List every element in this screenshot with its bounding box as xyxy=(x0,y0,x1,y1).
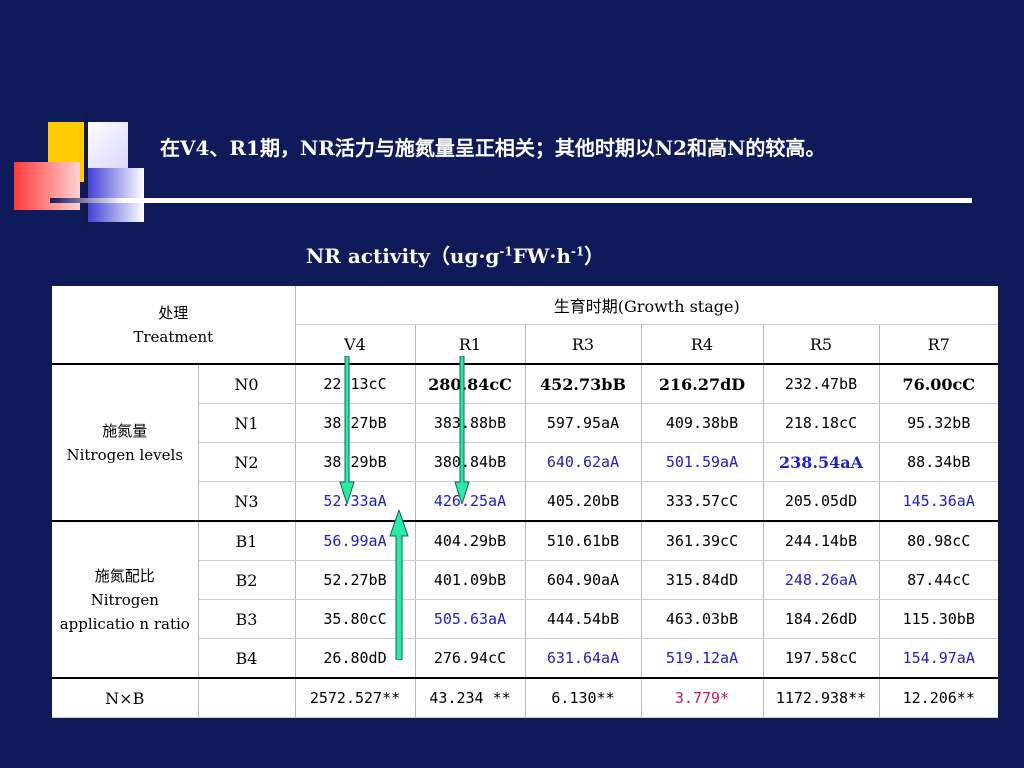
empty-cell xyxy=(198,678,296,718)
value-cell: 463.03bB xyxy=(641,599,764,639)
value-cell: 238.54aA xyxy=(763,442,880,482)
caption-end: ） xyxy=(584,244,605,268)
value-cell: 88.34bB xyxy=(879,442,998,482)
value-cell: 640.62aA xyxy=(525,442,642,482)
value-cell: 184.26dD xyxy=(763,599,880,639)
value-cell: 383.88bB xyxy=(415,403,526,443)
value-cell: 505.63aA xyxy=(415,599,526,639)
table-caption: NR activity（ug·g-1FW·h-1） xyxy=(306,240,604,269)
decorative-horizontal-line xyxy=(50,198,972,203)
value-cell: 501.59aA xyxy=(641,442,764,482)
growth-stage-header: 生育时期(Growth stage) xyxy=(295,286,998,325)
value-cell: 444.54bB xyxy=(525,599,642,639)
stage-header-r5: R5 xyxy=(763,324,880,365)
group-label-en: Nitrogen applicatio n ratio xyxy=(59,590,190,633)
row-label-b1: B1 xyxy=(198,521,296,561)
value-cell: 80.98cC xyxy=(879,521,998,561)
value-cell: 405.20bB xyxy=(525,481,642,522)
row-label-b4: B4 xyxy=(198,638,296,679)
value-cell: 519.12aA xyxy=(641,638,764,679)
interaction-row: N×B 2572.527** 43.234 ** 6.130** 3.779* 1172.… xyxy=(52,678,998,718)
value-cell: 205.05dD xyxy=(763,481,880,522)
treatment-header-en: Treatment xyxy=(133,327,214,346)
value-cell: 197.58cC xyxy=(763,638,880,679)
stage-header-v4: V4 xyxy=(295,324,416,365)
group-nitrogen-ratio: 施氮配比 Nitrogen applicatio n ratio xyxy=(52,521,199,679)
value-cell: 22.13cC xyxy=(295,364,416,404)
interaction-value: 3.779* xyxy=(641,678,764,718)
row-label-n2: N2 xyxy=(198,442,296,482)
value-cell: 38.27bB xyxy=(295,403,416,443)
value-cell: 232.47bB xyxy=(763,364,880,404)
value-cell: 597.95aA xyxy=(525,403,642,443)
table-row: 施氮量 Nitrogen levels N0 22.13cC 280.84cC 452.7… xyxy=(52,364,998,522)
decorative-square-blue xyxy=(86,168,144,222)
interaction-value: 1172.938** xyxy=(763,678,880,718)
interaction-value: 2572.527** xyxy=(295,678,416,718)
caption-sup2: -1 xyxy=(570,244,585,259)
value-cell: 510.61bB xyxy=(525,521,642,561)
value-cell: 401.09bB xyxy=(415,560,526,600)
value-cell: 38.29bB xyxy=(295,442,416,482)
group-label-cn: 施氮配比 xyxy=(94,566,155,585)
value-cell: 426.25aA xyxy=(415,481,526,522)
group-nitrogen-levels: 施氮量 Nitrogen levels xyxy=(52,364,199,522)
row-label-b2: B2 xyxy=(198,560,296,600)
row-label-n1: N1 xyxy=(198,403,296,443)
value-cell: 216.27dD xyxy=(641,364,764,404)
interaction-label: N×B xyxy=(52,678,199,718)
up-arrow-b-ratio xyxy=(389,510,409,660)
slide-heading: 在V4、R1期，NR活力与施氮量呈正相关；其他时期以N2和高N的较高。 xyxy=(160,136,826,160)
decorative-square-white xyxy=(86,122,128,170)
caption-main: NR activity（ug·g xyxy=(306,244,500,268)
table-row: 施氮配比 Nitrogen applicatio n ratio B1 56.99aA… xyxy=(52,521,998,679)
header-row: 处理 Treatment 生育时期(Growth stage) xyxy=(52,286,998,365)
value-cell: 76.00cC xyxy=(879,364,998,404)
value-cell: 631.64aA xyxy=(525,638,642,679)
value-cell: 248.26aA xyxy=(763,560,880,600)
value-cell: 409.38bB xyxy=(641,403,764,443)
value-cell: 218.18cC xyxy=(763,403,880,443)
value-cell: 604.90aA xyxy=(525,560,642,600)
interaction-value: 12.206** xyxy=(879,678,998,718)
value-cell: 315.84dD xyxy=(641,560,764,600)
value-cell: 452.73bB xyxy=(525,364,642,404)
caption-mid: FW·h xyxy=(512,244,571,268)
treatment-header-cn: 处理 xyxy=(158,303,189,322)
value-cell: 380.84bB xyxy=(415,442,526,482)
nr-activity-table: 处理 Treatment 生育时期(Growth stage) V4 R1 R3 R4… xyxy=(52,286,998,718)
table-body: 处理 Treatment 生育时期(Growth stage) V4 R1 R3 R4… xyxy=(52,286,998,718)
decorative-vertical-line xyxy=(84,114,88,228)
value-cell: 154.97aA xyxy=(879,638,998,679)
value-cell: 404.29bB xyxy=(415,521,526,561)
row-label-n0: N0 xyxy=(198,364,296,404)
interaction-value: 6.130** xyxy=(525,678,642,718)
down-arrow-v4 xyxy=(339,356,355,504)
stage-header-r3: R3 xyxy=(525,324,642,365)
value-cell: 280.84cC xyxy=(415,364,526,404)
group-label-en: Nitrogen levels xyxy=(66,445,184,464)
value-cell: 276.94cC xyxy=(415,638,526,679)
down-arrow-r1 xyxy=(454,356,470,504)
row-label-b3: B3 xyxy=(198,599,296,639)
value-cell: 87.44cC xyxy=(879,560,998,600)
value-cell: 145.36aA xyxy=(879,481,998,522)
caption-sup1: -1 xyxy=(499,244,513,259)
value-cell: 95.32bB xyxy=(879,403,998,443)
stage-header-r1: R1 xyxy=(415,324,526,365)
value-cell: 361.39cC xyxy=(641,521,764,561)
group-label-cn: 施氮量 xyxy=(102,421,148,440)
interaction-value: 43.234 ** xyxy=(415,678,526,718)
row-label-n3: N3 xyxy=(198,481,296,522)
treatment-header: 处理 Treatment xyxy=(52,286,296,365)
value-cell: 333.57cC xyxy=(641,481,764,522)
stage-header-r4: R4 xyxy=(641,324,764,365)
value-cell: 115.30bB xyxy=(879,599,998,639)
value-cell: 244.14bB xyxy=(763,521,880,561)
stage-header-r7: R7 xyxy=(879,324,998,365)
